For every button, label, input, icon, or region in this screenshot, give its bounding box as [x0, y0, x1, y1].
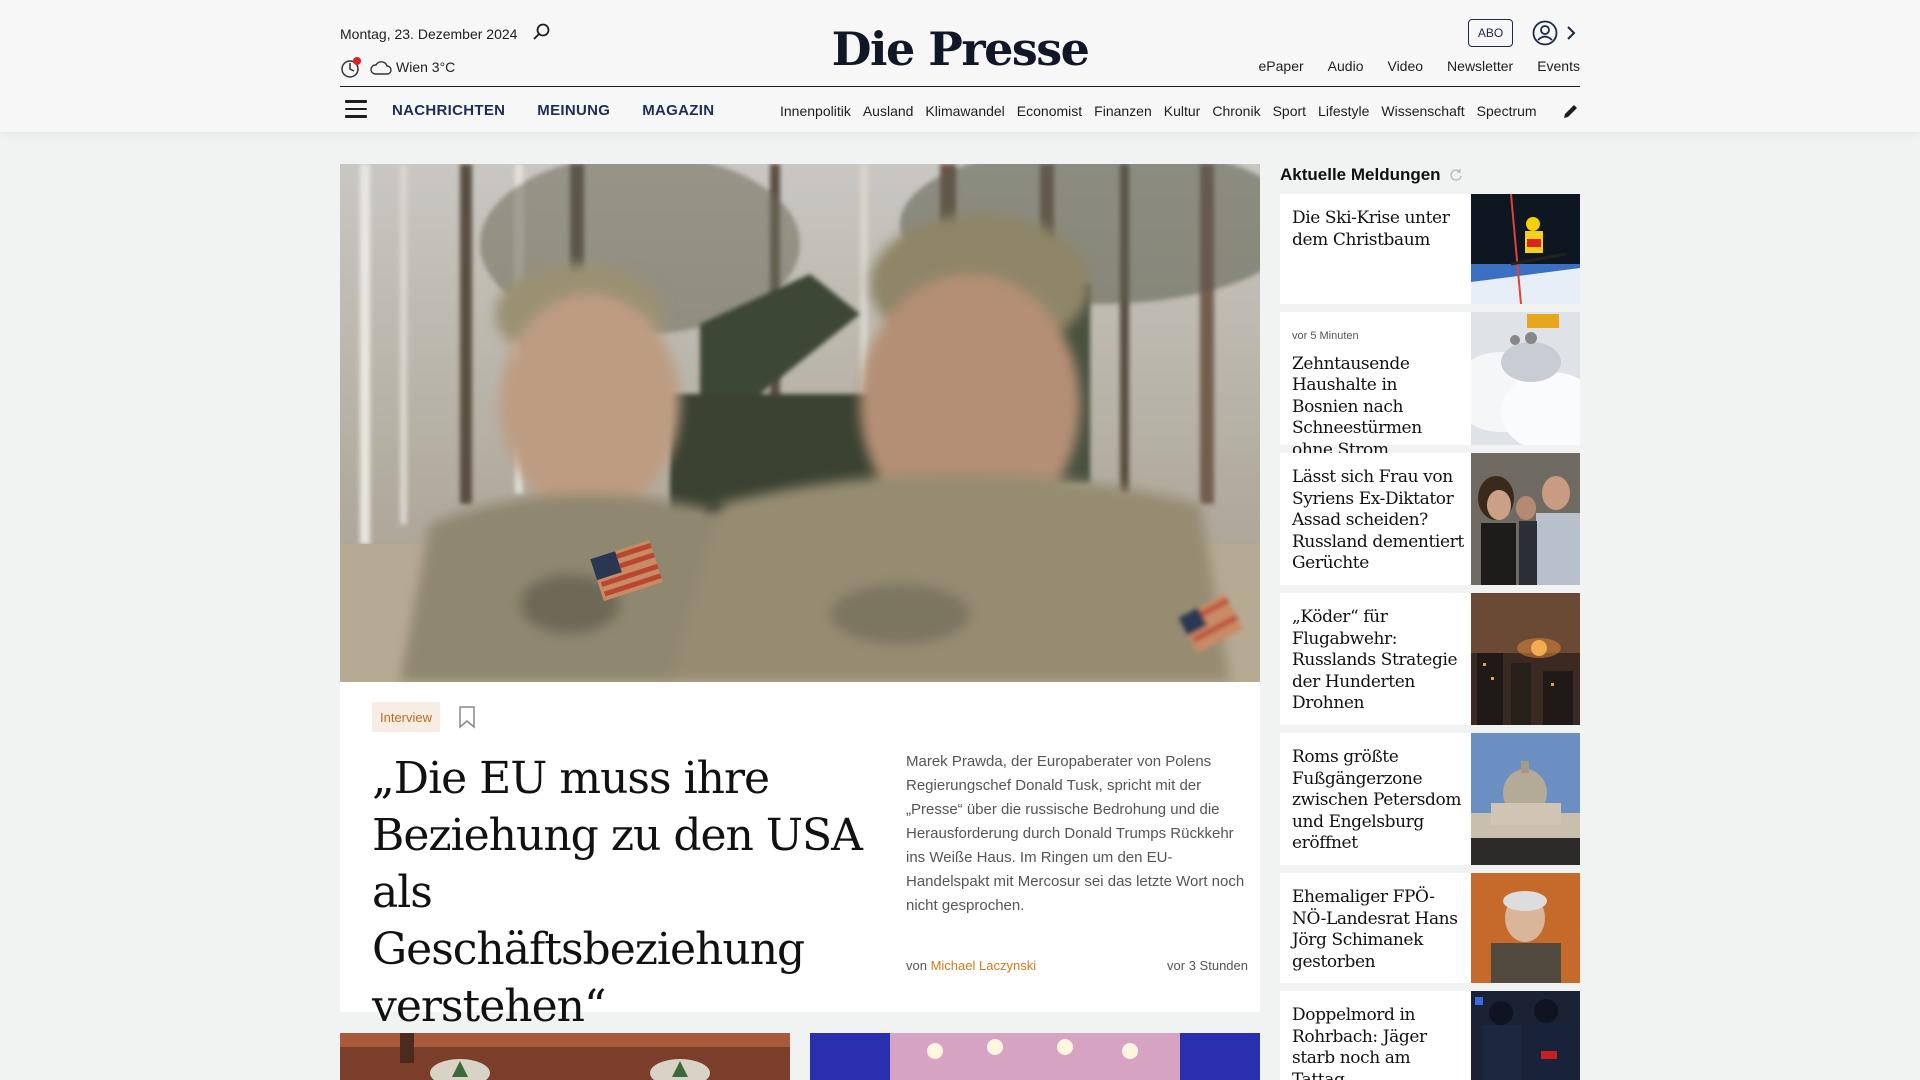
news-item[interactable]: Ehemaliger FPÖ-NÖ-Landesrat Hans Jörg Sc… [1280, 873, 1580, 983]
byline: von Michael Laczynski [906, 958, 1036, 973]
news-item-title[interactable]: Lässt sich Frau von Syriens Ex-Diktator … [1292, 467, 1464, 575]
news-thumbnail[interactable] [1471, 453, 1580, 585]
pencil-icon[interactable] [1562, 102, 1580, 120]
news-item-title[interactable]: Roms größte Fußgängerzone zwischen Peter… [1292, 747, 1464, 855]
subnav-innenpolitik[interactable]: Innenpolitik [780, 103, 851, 119]
news-item-title[interactable]: Die Ski-Krise unter dem Christbaum [1292, 208, 1464, 251]
nav-divider [340, 86, 1580, 87]
news-item[interactable]: vor 5 Minuten Zehntausende Haushalte in … [1280, 312, 1580, 460]
abo-button[interactable]: ABO [1468, 19, 1513, 47]
chevron-right-icon[interactable] [1566, 25, 1576, 41]
subnav-chronik[interactable]: Chronik [1212, 103, 1260, 119]
news-item-body[interactable]: vor 5 Minuten Zehntausende Haushalte in … [1292, 326, 1464, 461]
topnav-events[interactable]: Events [1537, 58, 1580, 74]
author-link[interactable]: Michael Laczynski [931, 958, 1037, 973]
news-thumbnail[interactable] [1471, 194, 1580, 304]
site-header: Montag, 23. Dezember 2024 Wien 3°C Die P… [0, 0, 1920, 132]
mainnav-nachrichten[interactable]: NACHRICHTEN [392, 102, 505, 119]
subnav-finanzen[interactable]: Finanzen [1094, 103, 1152, 119]
news-thumbnail[interactable] [1471, 733, 1580, 865]
site-logo[interactable]: Die Presse [0, 22, 1920, 76]
teaser-image-card[interactable] [810, 1033, 1260, 1080]
hero-headline[interactable]: „Die EU muss ihre Beziehung zu den USA a… [372, 750, 872, 1035]
subnav-economist[interactable]: Economist [1017, 103, 1082, 119]
publish-time: vor 3 Stunden [1167, 958, 1248, 973]
latest-news-heading: Aktuelle Meldungen [1280, 165, 1463, 185]
topnav-audio[interactable]: Audio [1328, 58, 1364, 74]
byline-prefix: von [906, 958, 927, 973]
bookmark-icon[interactable] [458, 705, 476, 729]
news-thumbnail[interactable] [1471, 312, 1580, 445]
subnav-klimawandel[interactable]: Klimawandel [925, 103, 1004, 119]
hero-article[interactable]: Interview „Die EU muss ihre Beziehung zu… [340, 164, 1260, 1032]
subnav-sport[interactable]: Sport [1273, 103, 1306, 119]
subnav-kultur[interactable]: Kultur [1164, 103, 1201, 119]
hero-image[interactable] [340, 164, 1260, 682]
category-tag[interactable]: Interview [372, 702, 441, 732]
topnav-video[interactable]: Video [1387, 58, 1423, 74]
topnav-epaper[interactable]: ePaper [1259, 58, 1304, 74]
news-item-title[interactable]: „Köder“ für Flugabwehr: Russlands Strate… [1292, 607, 1464, 715]
mainnav-magazin[interactable]: MAGAZIN [642, 102, 714, 119]
subnav-wissenschaft[interactable]: Wissenschaft [1381, 103, 1464, 119]
main-navigation: NACHRICHTEN MEINUNG MAGAZIN [392, 102, 714, 119]
user-account-icon[interactable] [1532, 20, 1558, 46]
topnav-newsletter[interactable]: Newsletter [1447, 58, 1513, 74]
top-navigation: ePaper Audio Video Newsletter Events [1259, 58, 1580, 74]
news-thumbnail[interactable] [1471, 873, 1580, 983]
news-item[interactable]: „Köder“ für Flugabwehr: Russlands Strate… [1280, 593, 1580, 725]
news-item-title[interactable]: Zehntausende Haushalte in Bosnien nach S… [1292, 354, 1422, 460]
hamburger-menu-icon[interactable] [345, 100, 367, 118]
news-thumbnail[interactable] [1471, 991, 1580, 1080]
news-thumbnail[interactable] [1471, 593, 1580, 725]
teaser-image-card[interactable] [340, 1033, 790, 1080]
refresh-icon[interactable] [1449, 168, 1463, 182]
mainnav-meinung[interactable]: MEINUNG [537, 102, 610, 119]
news-item-title[interactable]: Doppelmord in Rohrbach: Jäger starb noch… [1292, 1005, 1464, 1080]
section-navigation: Innenpolitik Ausland Klimawandel Economist F… [780, 103, 1544, 119]
latest-news-title: Aktuelle Meldungen [1280, 165, 1441, 184]
hero-teaser: Marek Prawda, der Europaberater von Pole… [906, 753, 1245, 914]
subnav-ausland[interactable]: Ausland [863, 103, 914, 119]
news-item[interactable]: Roms größte Fußgängerzone zwischen Peter… [1280, 733, 1580, 865]
news-item[interactable]: Doppelmord in Rohrbach: Jäger starb noch… [1280, 991, 1580, 1080]
subnav-lifestyle[interactable]: Lifestyle [1318, 103, 1369, 119]
news-item-title[interactable]: Ehemaliger FPÖ-NÖ-Landesrat Hans Jörg Sc… [1292, 887, 1464, 973]
news-item[interactable]: Lässt sich Frau von Syriens Ex-Diktator … [1280, 453, 1580, 585]
news-item[interactable]: Die Ski-Krise unter dem Christbaum [1280, 194, 1580, 304]
news-item-time: vor 5 Minuten [1292, 330, 1359, 342]
subnav-spectrum[interactable]: Spectrum [1477, 103, 1537, 119]
